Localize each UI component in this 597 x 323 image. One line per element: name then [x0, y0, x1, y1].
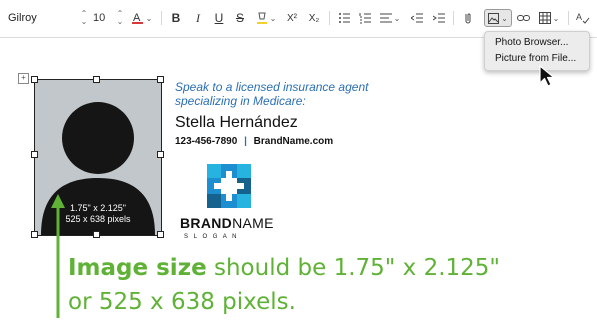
attach-icon	[465, 13, 471, 24]
align-button[interactable]: ⌄	[378, 9, 402, 27]
signature-website[interactable]: BrandName.com	[254, 136, 333, 147]
image-size-note-bold: Image size	[68, 255, 207, 281]
outdent-button[interactable]	[410, 9, 424, 27]
font-family-value: Gilroy	[8, 12, 37, 24]
resize-handle[interactable]	[93, 231, 100, 238]
image-size-note-line1: Image size should be 1.75" x 2.125"	[68, 255, 500, 281]
toolbar-divider	[161, 11, 162, 25]
resize-handle[interactable]	[157, 151, 164, 158]
table-button[interactable]: ⌄	[536, 9, 562, 27]
resize-handle[interactable]	[157, 231, 164, 238]
superscript-label: X²	[287, 12, 297, 24]
indent-icon	[433, 13, 445, 23]
insert-image-icon	[488, 12, 500, 24]
strikethrough-label: S	[235, 11, 244, 25]
font-family-stepper[interactable]: ⌃ ⌄	[78, 9, 90, 27]
brand-slogan: S L O G A N	[184, 234, 239, 240]
resize-handle[interactable]	[93, 76, 100, 83]
italic-button[interactable]: I	[192, 9, 204, 27]
font-color-button[interactable]: A ⌄	[130, 9, 154, 27]
toolbar-divider	[453, 11, 454, 25]
bold-label: B	[171, 11, 181, 25]
brand-light: NAME	[232, 215, 274, 231]
chevron-down-icon: ⌄	[552, 13, 560, 23]
brand-bold: BRAND	[180, 215, 233, 231]
brand-wordmark: BRANDNAME	[180, 215, 274, 231]
underline-label: U	[214, 11, 224, 25]
subscript-button[interactable]: X₂	[306, 9, 322, 27]
attach-button[interactable]	[462, 9, 474, 27]
menu-item-photo-browser[interactable]: Photo Browser...	[495, 37, 568, 48]
image-size-note-line2: or 525 x 638 pixels.	[68, 289, 296, 315]
align-icon	[379, 13, 392, 23]
resize-handle[interactable]	[31, 151, 38, 158]
strikethrough-button[interactable]: S	[234, 9, 246, 27]
signature-phone: 123-456-7890	[175, 136, 238, 147]
signature-contact-line: 123-456-7890 | BrandName.com	[175, 136, 333, 147]
signature-tagline-2: specializing in Medicare:	[175, 94, 306, 108]
highlight-button[interactable]: ⌄	[254, 9, 278, 27]
bullet-list-button[interactable]	[337, 9, 351, 27]
brand-logo-icon	[207, 164, 251, 208]
resize-handle[interactable]	[31, 76, 38, 83]
link-button[interactable]	[516, 9, 530, 27]
font-size-select[interactable]: 10	[93, 9, 111, 27]
stepper-icon: ⌃ ⌄	[80, 9, 88, 26]
mouse-pointer-icon	[539, 65, 555, 87]
signature-tagline-1: Speak to a licensed insurance agent	[175, 80, 369, 94]
subscript-label: X₂	[308, 12, 320, 24]
italic-label: I	[196, 10, 200, 25]
image-size-note-rest: should be 1.75" x 2.125"	[206, 255, 501, 281]
insert-image-button[interactable]: ⌄	[484, 9, 512, 27]
table-icon	[538, 12, 551, 24]
bold-button[interactable]: B	[170, 9, 182, 27]
spellcheck-button[interactable]: A	[575, 9, 591, 27]
font-color-icon: A	[131, 12, 143, 24]
signature-name: Stella Hernández	[175, 114, 298, 131]
svg-text:A: A	[576, 12, 582, 22]
underline-button[interactable]: U	[213, 9, 225, 27]
move-handle-icon[interactable]: +	[18, 73, 29, 84]
superscript-button[interactable]: X²	[284, 9, 300, 27]
stepper-icon: ⌃ ⌄	[116, 9, 124, 26]
resize-handle[interactable]	[157, 76, 164, 83]
toolbar-divider	[329, 11, 330, 25]
font-size-value: 10	[93, 12, 106, 24]
link-icon	[516, 15, 530, 21]
toolbar-divider	[568, 11, 569, 25]
chevron-down-icon: ⌄	[393, 13, 401, 23]
chevron-down-icon: ⌄	[501, 13, 508, 23]
highlight-icon	[256, 12, 267, 24]
font-family-select[interactable]: Gilroy	[8, 9, 64, 27]
spellcheck-icon: A	[576, 12, 590, 24]
outdent-icon	[411, 13, 423, 23]
bullet-list-icon	[339, 13, 350, 23]
numbered-list-button[interactable]	[358, 9, 372, 27]
font-size-stepper[interactable]: ⌃ ⌄	[114, 9, 126, 27]
chevron-down-icon: ⌄	[145, 13, 153, 23]
resize-handle[interactable]	[31, 231, 38, 238]
indent-button[interactable]	[432, 9, 446, 27]
signature-separator: |	[244, 136, 247, 147]
numbered-list-icon	[359, 13, 371, 24]
menu-item-picture-from-file[interactable]: Picture from File...	[495, 53, 576, 64]
annotation-arrow-icon	[51, 194, 65, 318]
chevron-down-icon: ⌄	[269, 13, 277, 23]
